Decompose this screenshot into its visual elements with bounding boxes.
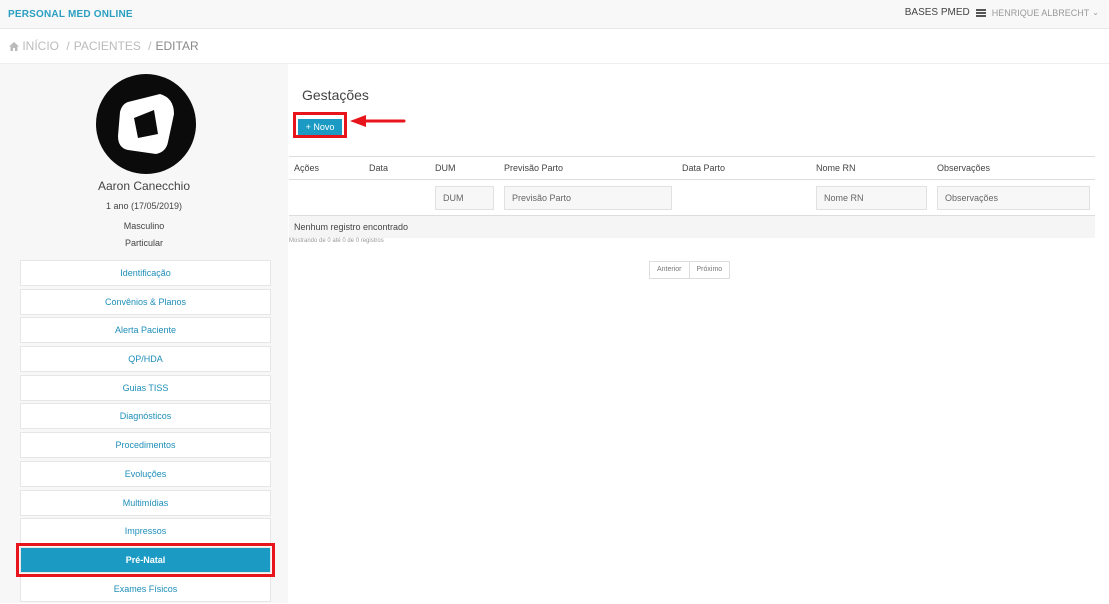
pagination: Anterior Próximo	[649, 261, 731, 279]
col-nome-rn[interactable]: Nome RN	[811, 156, 932, 180]
page-title: Gestações	[302, 87, 369, 103]
col-data-parto[interactable]: Data Parto	[677, 156, 811, 180]
sidebar-item-diagnosticos[interactable]: Diagnósticos	[20, 403, 271, 430]
chevron-down-icon[interactable]: ⌄	[1092, 8, 1099, 17]
novo-button[interactable]: + Novo	[298, 119, 342, 135]
sidebar-item-multimidias[interactable]: Multimídias	[20, 489, 271, 516]
col-dum[interactable]: DUM	[430, 156, 499, 180]
patient-sex: Masculino	[123, 221, 165, 231]
top-navbar: PERSONAL MED ONLINE BASES PMED HENRIQUE …	[0, 0, 1109, 29]
home-icon[interactable]	[9, 42, 19, 51]
sidebar-item-qp-hda[interactable]: QP/HDA	[20, 346, 271, 373]
filter-row: DUM Previsão Parto Nome RN Observações	[289, 179, 1095, 216]
brand-logo-text[interactable]: PERSONAL MED ONLINE	[8, 9, 133, 20]
patient-sidebar: Aaron Canecchio 1 ano (17/05/2019) Mascu…	[0, 64, 288, 603]
sidebar-item-alerta[interactable]: Alerta Paciente	[20, 317, 271, 344]
patient-menu: Identificação Convênios & Planos Alerta …	[16, 260, 275, 604]
sidebar-item-exames-fisicos[interactable]: Exames Físicos	[20, 575, 271, 602]
observacoes-filter-input[interactable]: Observações	[937, 185, 1090, 210]
nome-rn-filter-input[interactable]: Nome RN	[816, 185, 927, 210]
empty-message: Nenhum registro encontrado	[289, 216, 1095, 238]
col-previsao-parto[interactable]: Previsão Parto	[499, 156, 677, 180]
next-page-button[interactable]: Próximo	[689, 261, 731, 279]
hamburger-icon[interactable]	[975, 8, 986, 18]
breadcrumb-editar: EDITAR	[155, 39, 199, 53]
totvs-logo-icon	[118, 94, 174, 154]
sidebar-item-pre-natal[interactable]: Pré-Natal	[16, 542, 275, 577]
sidebar-item-impressos[interactable]: Impressos	[20, 518, 271, 545]
breadcrumb-separator: /	[148, 39, 152, 53]
patient-name: Aaron Canecchio	[97, 179, 191, 193]
col-observacoes[interactable]: Observações	[932, 156, 1095, 180]
records-info: Mostrando de 0 até 0 de 0 registros	[289, 238, 384, 244]
sidebar-item-identificacao[interactable]: Identificação	[20, 260, 271, 286]
sidebar-item-procedimentos[interactable]: Procedimentos	[20, 432, 271, 459]
col-data[interactable]: Data	[364, 156, 430, 180]
novo-button-highlight: + Novo	[293, 112, 347, 138]
bases-link[interactable]: BASES PMED	[905, 7, 970, 18]
gestacoes-table: Ações Data DUM Previsão Parto Data Parto…	[289, 156, 1095, 216]
dum-filter-input[interactable]: DUM	[435, 185, 494, 210]
previous-page-button[interactable]: Anterior	[649, 261, 690, 279]
breadcrumb-pacientes[interactable]: PACIENTES	[74, 39, 141, 53]
breadcrumb: INÍCIO / PACIENTES / EDITAR	[0, 30, 1109, 64]
top-right-area: BASES PMED HENRIQUE ALBRECHT ⌄	[905, 7, 1099, 18]
table-header-row: Ações Data DUM Previsão Parto Data Parto…	[289, 156, 1095, 180]
sidebar-item-convenios[interactable]: Convênios & Planos	[20, 288, 271, 315]
main-content: Gestações + Novo Ações Data DUM Previsão…	[289, 64, 1109, 603]
previsao-parto-filter-input[interactable]: Previsão Parto	[504, 185, 672, 210]
avatar	[96, 74, 196, 174]
breadcrumb-inicio[interactable]: INÍCIO	[22, 39, 59, 53]
patient-age: 1 ano (17/05/2019)	[105, 201, 183, 211]
user-menu[interactable]: HENRIQUE ALBRECHT	[992, 8, 1090, 18]
col-acoes[interactable]: Ações	[289, 156, 364, 180]
sidebar-item-guias-tiss[interactable]: Guias TISS	[20, 374, 271, 401]
breadcrumb-separator: /	[66, 39, 70, 53]
sidebar-item-evolucoes[interactable]: Evoluções	[20, 460, 271, 487]
patient-plan: Particular	[124, 238, 163, 248]
arrow-left-icon	[350, 115, 406, 127]
